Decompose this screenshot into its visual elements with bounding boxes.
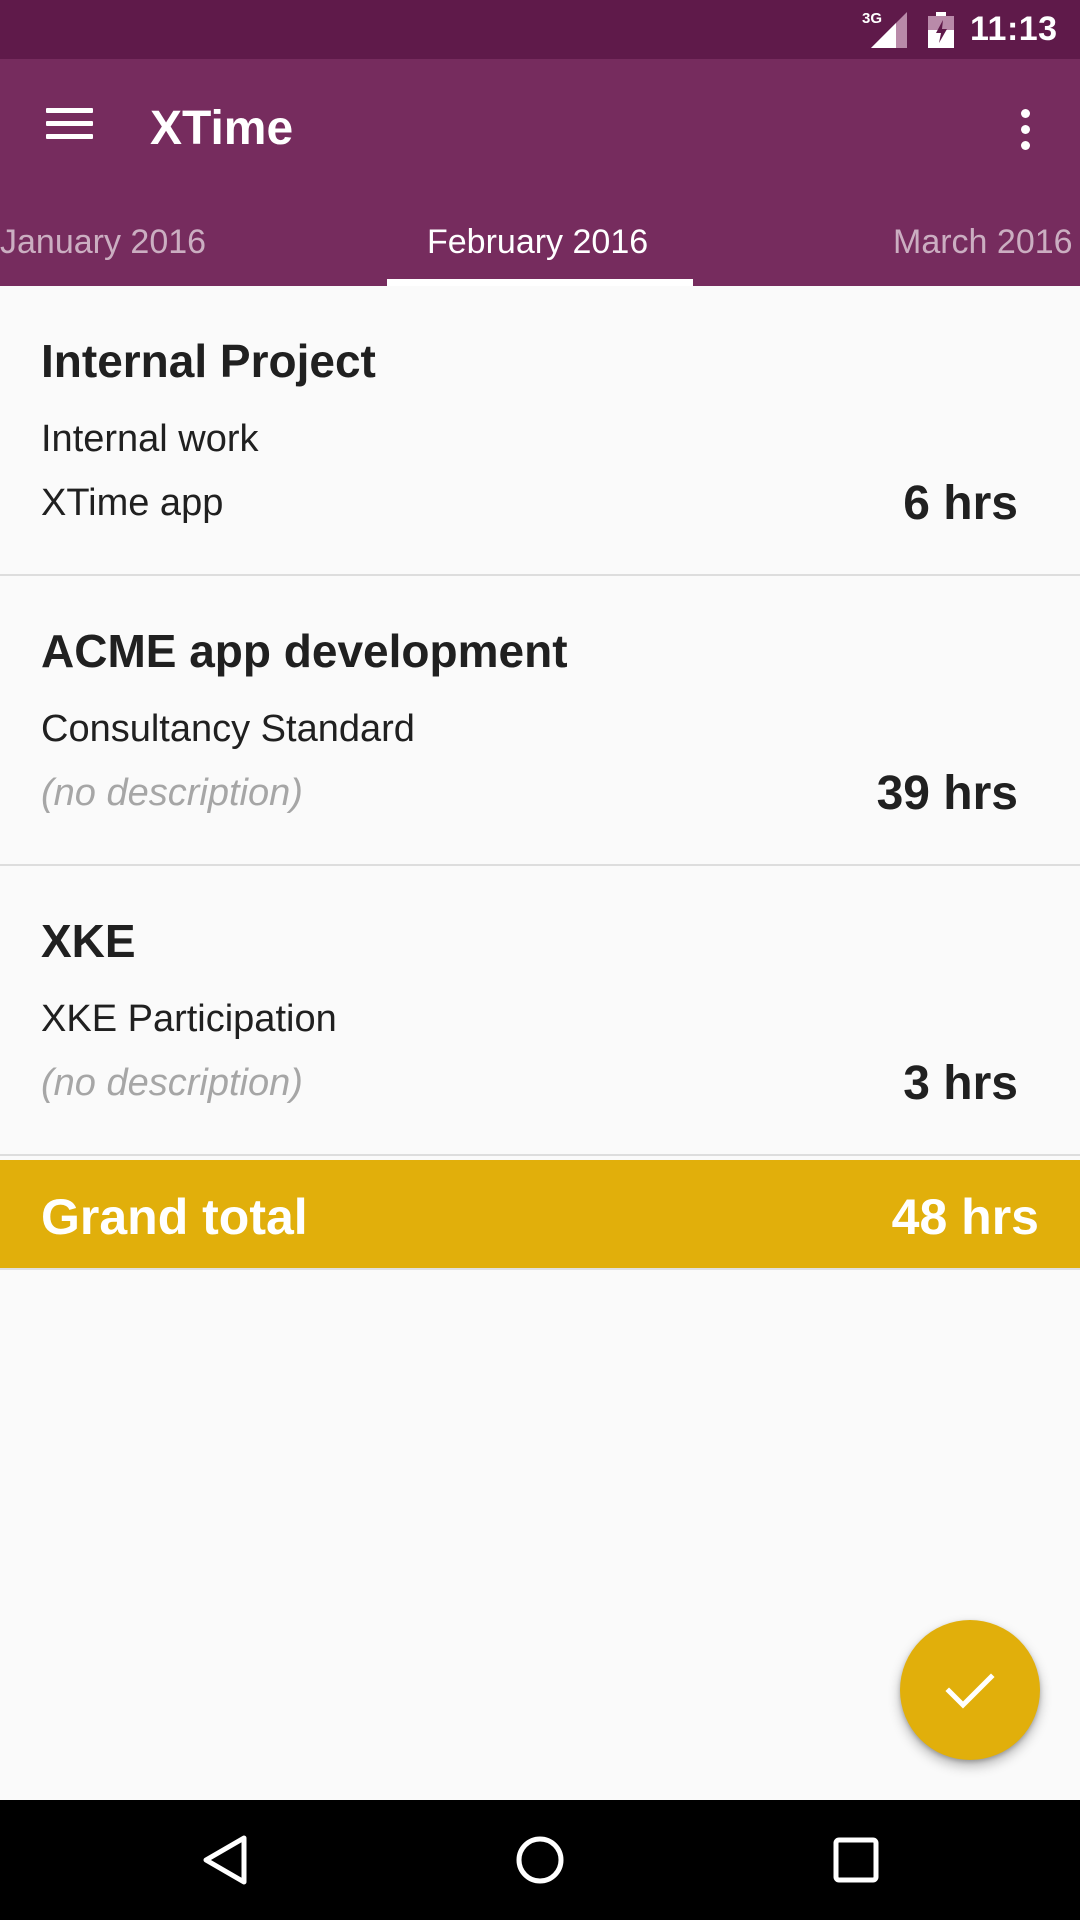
signal-icon: 3G: [862, 10, 907, 48]
list-item[interactable]: XKE XKE Participation (no description) 3…: [0, 866, 1080, 1156]
recents-icon[interactable]: [828, 1832, 884, 1888]
activity-name: Internal work: [41, 418, 259, 460]
tab-march-2016[interactable]: March 2016: [893, 223, 1073, 262]
entry-hours: 39 hrs: [876, 767, 1018, 820]
divider: [0, 1268, 1080, 1270]
status-bar: 3G 11:13: [0, 0, 1080, 59]
hamburger-menu-icon[interactable]: [40, 104, 100, 144]
active-tab-indicator: [387, 279, 693, 286]
more-vert-icon[interactable]: [1006, 103, 1044, 155]
grand-total-label: Grand total: [41, 1189, 308, 1245]
project-name: ACME app development: [41, 625, 568, 677]
entry-description: (no description): [41, 772, 303, 814]
entry-description: XTime app: [41, 482, 224, 524]
battery-charging-icon: [928, 12, 954, 48]
grand-total-value: 48 hrs: [891, 1189, 1039, 1245]
submit-fab-button[interactable]: [900, 1620, 1040, 1760]
activity-name: XKE Participation: [41, 998, 337, 1040]
entry-description: (no description): [41, 1062, 303, 1104]
project-name: Internal Project: [41, 335, 376, 387]
app-bar: XTime January 2016 February 2016 March 2…: [0, 59, 1080, 286]
system-nav-bar: [0, 1800, 1080, 1920]
entry-hours: 3 hrs: [903, 1057, 1018, 1110]
grand-total-bar: Grand total 48 hrs: [0, 1160, 1080, 1268]
activity-name: Consultancy Standard: [41, 708, 415, 750]
clock: 11:13: [970, 10, 1058, 48]
entry-hours: 6 hrs: [903, 477, 1018, 530]
list-item[interactable]: Internal Project Internal work XTime app…: [0, 286, 1080, 576]
check-icon: [945, 1673, 995, 1709]
list-item[interactable]: ACME app development Consultancy Standar…: [0, 576, 1080, 866]
tab-february-2016[interactable]: February 2016: [427, 223, 648, 262]
back-icon[interactable]: [198, 1832, 254, 1888]
project-name: XKE: [41, 915, 136, 967]
tab-january-2016[interactable]: January 2016: [0, 223, 206, 262]
app-title: XTime: [150, 102, 294, 155]
home-icon[interactable]: [512, 1832, 568, 1888]
